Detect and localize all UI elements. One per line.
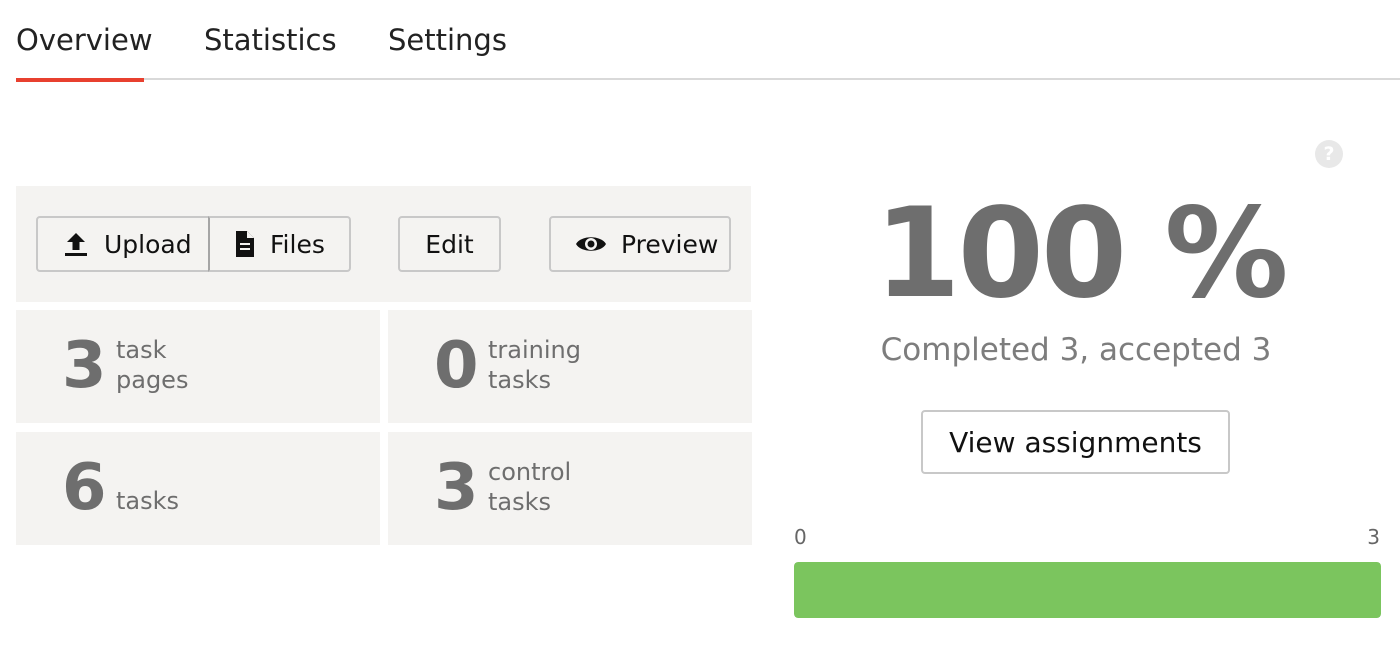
view-assignments-label: View assignments	[949, 425, 1202, 459]
completion-percent: 100 %	[874, 182, 1288, 326]
stat-label-line: tasks	[116, 487, 180, 515]
progress-bar	[794, 562, 1381, 618]
eye-icon	[575, 233, 607, 255]
completion-summary: Completed 3, accepted 3	[880, 332, 1272, 368]
stat-label-line: task	[116, 336, 167, 364]
help-icon[interactable]: ?	[1315, 140, 1343, 168]
stat-label: task pages	[116, 335, 188, 395]
stat-task-pages: 3 task pages	[16, 310, 380, 423]
stat-control-tasks: 3 control tasks	[388, 432, 752, 545]
progress-bar-fill	[794, 562, 1381, 618]
files-button[interactable]: Files	[208, 216, 351, 272]
project-overview-page: Overview Statistics Settings Upload File…	[0, 0, 1400, 656]
files-button-label: Files	[270, 229, 325, 259]
file-icon	[234, 230, 256, 258]
upload-button-label: Upload	[104, 229, 192, 259]
tab-statistics[interactable]: Statistics	[204, 0, 337, 80]
actions-toolbar: Upload Files Edit Preview	[16, 186, 751, 302]
view-assignments-button[interactable]: View assignments	[921, 410, 1230, 474]
progress-min-label: 0	[794, 525, 807, 549]
stat-label-line: tasks	[488, 488, 552, 516]
preview-button-label: Preview	[621, 229, 719, 259]
stat-value: 3	[62, 329, 107, 403]
stat-label: tasks	[116, 486, 179, 516]
stat-label-line: training	[488, 336, 581, 364]
edit-button[interactable]: Edit	[398, 216, 501, 272]
upload-button[interactable]: Upload	[36, 216, 210, 272]
stat-value: 6	[62, 451, 107, 525]
stat-label-line: control	[488, 458, 572, 486]
stat-training-tasks: 0 training tasks	[388, 310, 752, 423]
tab-overview[interactable]: Overview	[16, 0, 153, 82]
stat-label-line: tasks	[488, 366, 552, 394]
preview-button[interactable]: Preview	[549, 216, 731, 272]
stat-label-line: pages	[116, 366, 189, 394]
tab-settings[interactable]: Settings	[388, 0, 507, 80]
stat-label: training tasks	[488, 335, 581, 395]
stat-tasks: 6 tasks	[16, 432, 380, 545]
progress-max-label: 3	[1367, 525, 1380, 549]
upload-icon	[62, 230, 90, 258]
stat-value: 0	[434, 329, 479, 403]
stat-label: control tasks	[488, 457, 571, 517]
stat-value: 3	[434, 451, 479, 525]
edit-button-label: Edit	[425, 229, 474, 259]
tab-bar: Overview Statistics Settings	[16, 0, 1400, 82]
